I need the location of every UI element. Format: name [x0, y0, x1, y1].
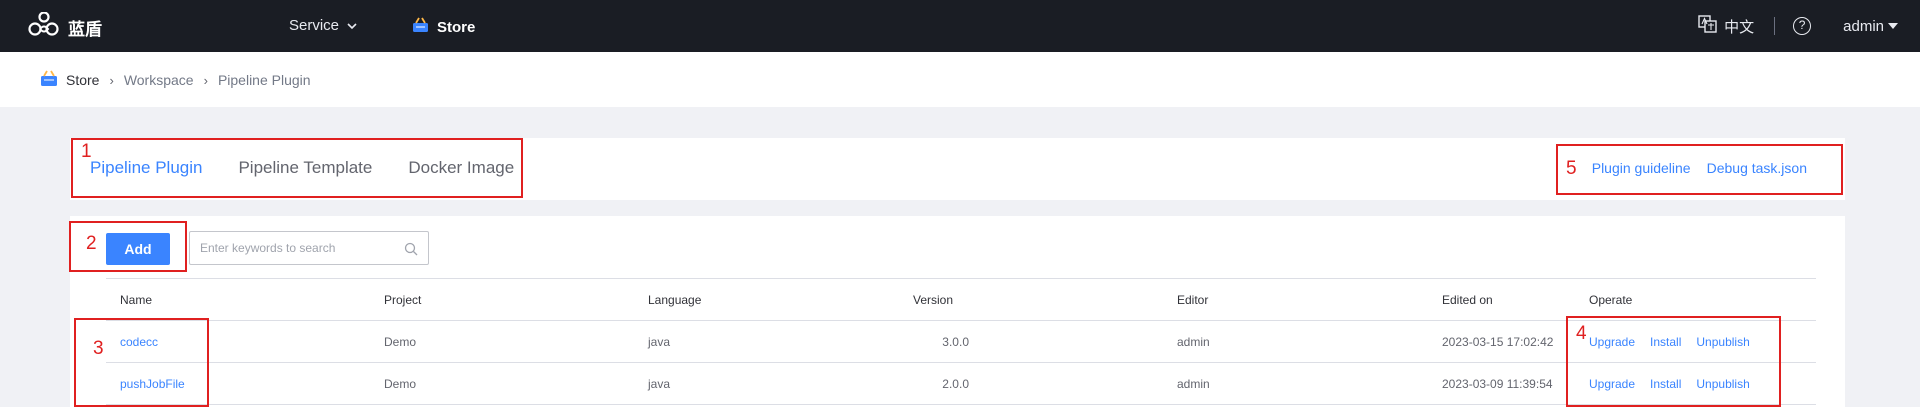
- brand-name: 蓝盾: [68, 20, 102, 39]
- breadcrumb-current: Pipeline Plugin: [217, 72, 311, 88]
- chevron-down-icon: [347, 17, 357, 34]
- plugin-edited-on: 2023-03-09 11:39:54: [1442, 377, 1553, 391]
- table-row: pushJobFile Demo java 2.0.0 admin 2023-0…: [106, 363, 1816, 405]
- annotation-number-2: 2: [86, 233, 97, 254]
- annotation-number-5: 5: [1566, 158, 1577, 179]
- nav-service-label: Service: [289, 17, 340, 34]
- column-header-name: Name: [120, 293, 153, 307]
- breadcrumb-separator-icon: ›: [109, 72, 114, 88]
- breadcrumb-store[interactable]: Store: [66, 72, 99, 88]
- column-header-language: Language: [648, 293, 702, 307]
- column-header-editor: Editor: [1177, 293, 1209, 307]
- plugin-language: java: [648, 335, 671, 349]
- plugin-editor: admin: [1177, 335, 1210, 349]
- user-name: admin: [1843, 17, 1884, 35]
- column-header-project: Project: [384, 293, 422, 307]
- annotation-number-4: 4: [1576, 323, 1587, 344]
- breadcrumb-separator-icon: ›: [203, 72, 208, 88]
- help-icon[interactable]: ?: [1793, 17, 1812, 35]
- annotation-box-5: [1556, 144, 1843, 195]
- bluking-logo-icon: [28, 11, 60, 43]
- nav-store-label: Store: [437, 18, 476, 36]
- search-box: [189, 231, 429, 265]
- plugin-table: Name Project Language Version Editor Edi…: [106, 278, 1816, 405]
- table-header-row: Name Project Language Version Editor Edi…: [106, 279, 1816, 321]
- store-basket-icon: [412, 17, 429, 37]
- annotation-number-3: 3: [93, 338, 104, 359]
- user-menu[interactable]: admin: [1843, 18, 1898, 35]
- nav-divider: [1774, 17, 1776, 35]
- nav-store[interactable]: Store: [412, 17, 475, 37]
- column-header-operate: Operate: [1589, 293, 1633, 307]
- top-nav: 蓝盾 Service Store 中文 ? admin: [0, 0, 1920, 52]
- breadcrumb: Store › Workspace › Pipeline Plugin: [40, 70, 311, 90]
- logo[interactable]: 蓝盾: [28, 11, 102, 43]
- column-header-edited-on: Edited on: [1442, 293, 1493, 307]
- annotation-box-1: [71, 138, 523, 198]
- search-icon[interactable]: [404, 242, 418, 261]
- language-label: 中文: [1724, 18, 1755, 36]
- nav-service-menu[interactable]: Service: [289, 17, 357, 34]
- breadcrumb-workspace[interactable]: Workspace: [124, 72, 194, 88]
- plugin-version: 3.0.0: [942, 335, 969, 349]
- search-input[interactable]: [190, 232, 390, 264]
- table-row: codecc Demo java 3.0.0 admin 2023-03-15 …: [106, 321, 1816, 363]
- column-header-version: Version: [913, 293, 954, 307]
- plugin-edited-on: 2023-03-15 17:02:42: [1442, 335, 1554, 349]
- nav-right: 中文 ? admin: [1698, 15, 1898, 37]
- translate-icon: [1698, 15, 1718, 37]
- store-basket-icon: [40, 70, 58, 90]
- annotation-number-1: 1: [81, 141, 92, 162]
- plugin-editor: admin: [1177, 377, 1210, 391]
- plugin-language: java: [648, 377, 671, 391]
- caret-down-icon: [1888, 23, 1898, 29]
- plugin-version: 2.0.0: [942, 377, 969, 391]
- plugin-project: Demo: [384, 335, 417, 349]
- annotation-box-3: [74, 318, 209, 407]
- plugin-project: Demo: [384, 377, 417, 391]
- language-switch[interactable]: 中文: [1698, 15, 1754, 37]
- annotation-box-4: [1566, 316, 1781, 407]
- breadcrumb-bar: Store › Workspace › Pipeline Plugin: [0, 52, 1920, 107]
